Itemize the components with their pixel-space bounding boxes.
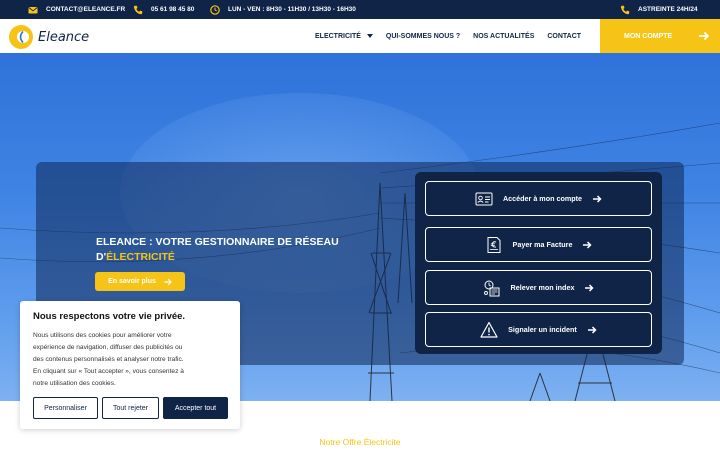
cookie-text-line: En cliquant sur « Tout accepter », vous … (33, 368, 184, 375)
hero-title-accent: ÉLECTRICITÉ (106, 251, 175, 263)
cookie-text-line: notre utilisation des cookies. (33, 380, 116, 387)
chevron-down-icon (366, 34, 373, 38)
nav-contact[interactable]: CONTACT (547, 33, 581, 40)
cookie-title: Nous respectons votre vie privée. (33, 311, 186, 322)
nav-qui-sommes-nous[interactable]: QUI-SOMMES NOUS ? (386, 33, 460, 40)
cookie-text-line: des contenus personnalisés et analyser n… (33, 356, 184, 363)
nav-electricite[interactable]: ELECTRICITÉ (315, 33, 373, 40)
cookie-buttons: Personnaliser Tout rejeter Accepter tout (33, 397, 228, 419)
invoice-euro-icon (487, 236, 501, 253)
clock-icon (210, 4, 220, 15)
email-text: CONTACT@ELEANCE.FR (46, 6, 126, 13)
opening-hours: LUN - VEN : 8H30 - 11H30 / 13H30 - 16H30 (210, 0, 356, 19)
email-contact[interactable]: CONTACT@ELEANCE.FR (28, 0, 125, 19)
nav-contact-label: CONTACT (547, 32, 582, 40)
on-call-text: ASTREINTE 24H/24 (638, 6, 698, 13)
action-pay-invoice-label: Payer ma Facture (512, 240, 573, 249)
arrow-right-icon (583, 240, 593, 249)
arrow-right-icon (585, 283, 595, 292)
action-access-account[interactable]: Accéder à mon compte (425, 181, 652, 216)
my-account-button[interactable]: MON COMPTE (600, 19, 720, 53)
phone-text: 05 61 98 45 80 (151, 6, 195, 13)
logo[interactable]: Eleance (8, 24, 89, 50)
cookie-text: Nous utilisons des cookies pour améliore… (33, 330, 227, 390)
action-access-account-label: Accéder à mon compte (502, 194, 583, 203)
cookie-customize-button[interactable]: Personnaliser (33, 397, 98, 419)
warning-icon (480, 321, 498, 338)
my-account-label: MON COMPTE (624, 32, 673, 40)
action-report-incident-label: Signaler un incident (508, 325, 577, 334)
main-nav: ELECTRICITÉ QUI-SOMMES NOUS ? NOS ACTUAL… (315, 19, 581, 53)
top-contact-bar: CONTACT@ELEANCE.FR 05 61 98 45 80 LUN - … (0, 0, 720, 19)
hero-title-prefix: D' (96, 251, 107, 263)
learn-more-label: En savoir plus (108, 278, 156, 285)
arrow-right-icon (587, 325, 597, 334)
action-meter-reading[interactable]: Relever mon index (425, 270, 652, 305)
account-card-icon (475, 192, 493, 205)
main-header: Eleance ELECTRICITÉ QUI-SOMMES NOUS ? NO… (0, 19, 720, 53)
offer-section-title: Notre Offre Électricite (319, 437, 401, 447)
cookie-reject-button[interactable]: Tout rejeter (102, 397, 159, 419)
arrow-right-icon (593, 194, 602, 203)
learn-more-button[interactable]: En savoir plus (95, 272, 185, 291)
nav-electricite-label: ELECTRICITÉ (315, 32, 361, 40)
phone-icon (620, 5, 630, 15)
action-meter-reading-label: Relever mon index (510, 283, 575, 292)
envelope-icon (28, 5, 38, 15)
cookie-consent-banner: Nous respectons votre vie privée. Nous u… (20, 301, 240, 429)
phone-contact[interactable]: 05 61 98 45 80 (133, 0, 194, 19)
nav-actualites-label: NOS ACTUALITÉS (473, 32, 535, 40)
arrow-right-icon (699, 31, 710, 41)
cookie-accept-button[interactable]: Accepter tout (163, 397, 228, 419)
meter-reading-icon (483, 280, 500, 296)
arrow-right-icon (164, 278, 172, 285)
hours-text: LUN - VEN : 8H30 - 11H30 / 13H30 - 16H30 (228, 6, 356, 13)
nav-actualites[interactable]: NOS ACTUALITÉS (473, 33, 534, 40)
nav-qui-sommes-nous-label: QUI-SOMMES NOUS ? (385, 32, 461, 40)
hero-title-line1: ELEANCE : VOTRE GESTIONNAIRE DE RÉSEAU (96, 236, 339, 248)
action-report-incident[interactable]: Signaler un incident (425, 312, 652, 347)
cookie-text-line: Nous utilisons des cookies pour améliore… (33, 332, 172, 339)
logo-text: Eleance (38, 29, 90, 45)
phone-icon (133, 5, 143, 15)
action-pay-invoice[interactable]: Payer ma Facture (425, 227, 652, 262)
hero-title: ELEANCE : VOTRE GESTIONNAIRE DE RÉSEAU D… (96, 235, 346, 265)
on-call-contact[interactable]: ASTREINTE 24H/24 (620, 0, 698, 19)
cookie-text-line: expérience de navigation, diffuser des p… (33, 344, 183, 351)
logo-mark-icon (9, 25, 33, 49)
